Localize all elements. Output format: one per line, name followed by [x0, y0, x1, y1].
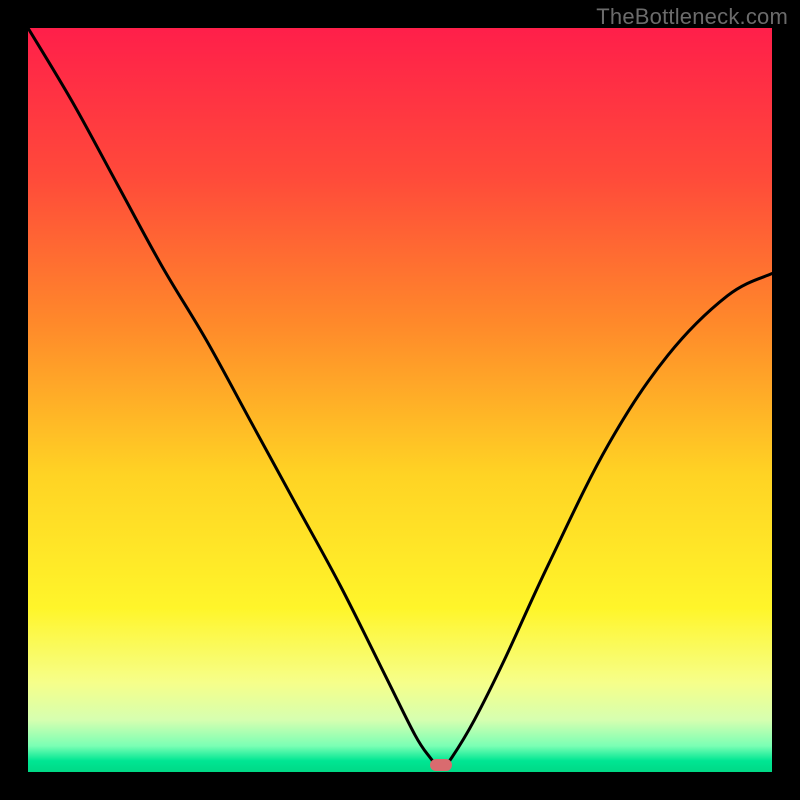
plot-area — [28, 28, 772, 772]
minimum-marker — [430, 759, 452, 771]
watermark-label: TheBottleneck.com — [596, 4, 788, 30]
chart-frame: TheBottleneck.com — [0, 0, 800, 800]
bottleneck-curve — [28, 28, 772, 772]
